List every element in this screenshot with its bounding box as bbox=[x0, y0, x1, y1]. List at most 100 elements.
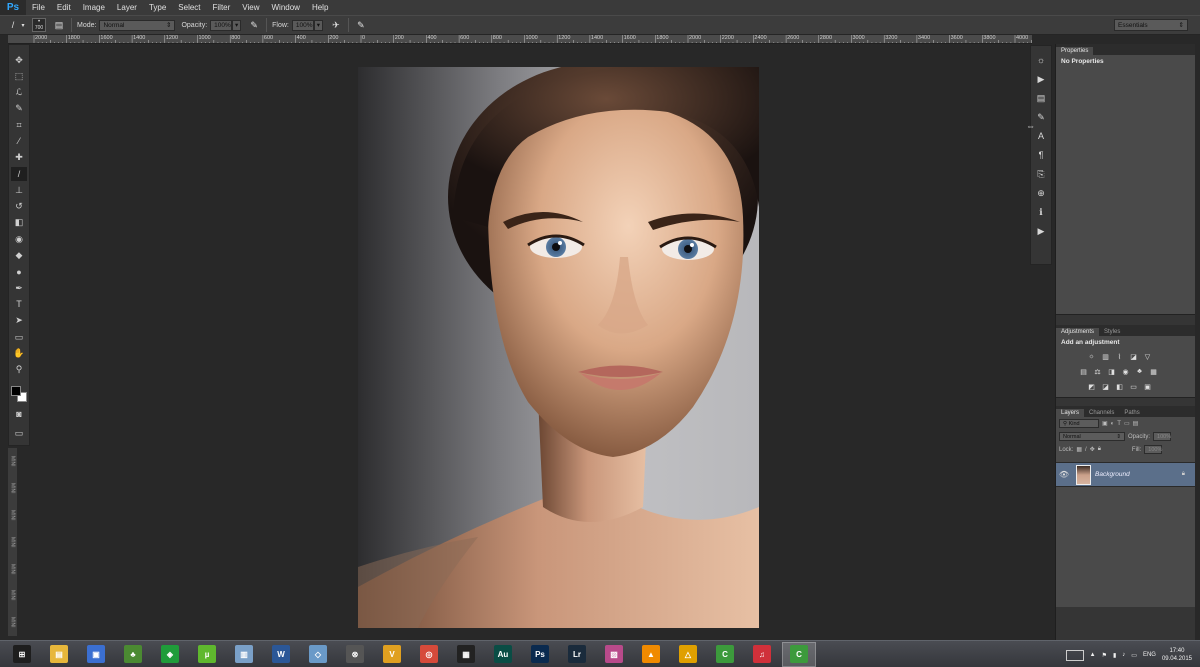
shape-filter-icon[interactable]: ▭ bbox=[1124, 420, 1130, 427]
hue-saturation-icon[interactable]: ▤ bbox=[1078, 366, 1089, 377]
mini-bridge-tab[interactable]: MINI bbox=[10, 483, 16, 494]
taskbar-camtasia-app[interactable]: C bbox=[708, 642, 742, 667]
language-indicator[interactable]: ENG bbox=[1143, 652, 1156, 658]
chevron-down-icon[interactable]: ▾ bbox=[20, 18, 26, 32]
menu-filter[interactable]: Filter bbox=[207, 3, 237, 12]
taskbar-aimp-app[interactable]: △ bbox=[671, 642, 705, 667]
mode-select[interactable]: Normal ⇕ bbox=[99, 19, 176, 31]
taskbar-vlc-app[interactable]: ▲ bbox=[634, 642, 668, 667]
adjustment-filter-icon[interactable]: ◐ bbox=[1111, 421, 1115, 427]
exposure-icon[interactable]: ◪ bbox=[1128, 351, 1139, 362]
color-balance-icon[interactable]: ⚖ bbox=[1092, 366, 1103, 377]
move-tool-icon[interactable]: ✥ bbox=[11, 53, 27, 67]
mini-bridge-strip[interactable]: MINI MINI MINI MINI MINI MINI MINI bbox=[8, 448, 17, 636]
mini-bridge-tab[interactable]: MINI bbox=[10, 617, 16, 628]
blend-mode-select[interactable]: Normal ⇕ bbox=[1059, 432, 1125, 441]
layer-row-background[interactable]: 👁︎ Background 🔒︎ bbox=[1056, 462, 1195, 487]
workspace-select[interactable]: Essentials ⇕ bbox=[1114, 19, 1188, 31]
pressure-size-icon[interactable]: ✎ bbox=[354, 18, 368, 32]
taskbar-remote-app[interactable]: ▥ bbox=[227, 642, 261, 667]
invert-icon[interactable]: ◩ bbox=[1086, 381, 1097, 392]
smart-filter-icon[interactable]: ▤ bbox=[1133, 420, 1139, 427]
color-lookup-icon[interactable]: ▦ bbox=[1148, 366, 1159, 377]
tool-presets-icon[interactable]: ⊕ bbox=[1033, 185, 1049, 201]
lasso-tool-icon[interactable]: ℒ bbox=[11, 86, 27, 100]
taskbar-itunes-app[interactable]: ♫ bbox=[745, 642, 779, 667]
flow-input[interactable]: 100% bbox=[291, 19, 314, 31]
tab-adjustments[interactable]: Adjustments bbox=[1056, 328, 1100, 336]
play-icon[interactable]: ▶ bbox=[1033, 223, 1049, 239]
hand-tool-icon[interactable]: ✋ bbox=[11, 346, 27, 360]
taskbar-chrome-app[interactable]: ◎ bbox=[412, 642, 446, 667]
quick-mask-icon[interactable]: ◙ bbox=[11, 407, 27, 421]
clock[interactable]: 17:40 09.04.2015 bbox=[1162, 647, 1192, 663]
threshold-icon[interactable]: ◧ bbox=[1114, 381, 1125, 392]
eyedropper-tool-icon[interactable]: ⁄ bbox=[11, 134, 27, 148]
tab-paths[interactable]: Paths bbox=[1119, 409, 1144, 417]
screen-mode-icon[interactable]: ▭ bbox=[11, 426, 27, 440]
menu-view[interactable]: View bbox=[236, 3, 265, 12]
history-brush-tool-icon[interactable]: ↺ bbox=[11, 200, 27, 214]
tab-properties[interactable]: Properties bbox=[1056, 47, 1094, 55]
photo-filter-icon[interactable]: ◉ bbox=[1120, 366, 1131, 377]
network-icon[interactable]: ▮ bbox=[1113, 652, 1116, 659]
clone-stamp-tool-icon[interactable]: ⊥ bbox=[11, 183, 27, 197]
vibrance-icon[interactable]: ▽ bbox=[1142, 351, 1153, 362]
taskbar-save-app[interactable]: ▣ bbox=[79, 642, 113, 667]
tab-styles[interactable]: Styles bbox=[1099, 328, 1125, 336]
document-canvas[interactable] bbox=[358, 62, 759, 628]
shape-tool-icon[interactable]: ▭ bbox=[11, 330, 27, 344]
ruler-origin[interactable] bbox=[8, 35, 32, 44]
zoom-tool-icon[interactable]: ⚲ bbox=[11, 363, 27, 377]
gradient-map-icon[interactable]: ▭ bbox=[1128, 381, 1139, 392]
mini-bridge-tab[interactable]: MINI bbox=[10, 590, 16, 601]
taskbar-circle-app[interactable]: ⊗ bbox=[338, 642, 372, 667]
lock-all-icon[interactable]: 🔒︎ bbox=[1098, 446, 1101, 453]
airbrush-icon[interactable]: ✈ bbox=[329, 18, 343, 32]
info-icon[interactable]: ℹ bbox=[1033, 204, 1049, 220]
actions-icon[interactable]: ▶ bbox=[1033, 71, 1049, 87]
menu-window[interactable]: Window bbox=[266, 3, 306, 12]
menu-layer[interactable]: Layer bbox=[111, 3, 143, 12]
lock-position-icon[interactable]: ✥ bbox=[1090, 446, 1095, 453]
menu-type[interactable]: Type bbox=[143, 3, 172, 12]
foreground-color-swatch[interactable] bbox=[11, 385, 21, 396]
paint-bucket-tool-icon[interactable]: ◉ bbox=[11, 232, 27, 246]
blur-tool-icon[interactable]: ◆ bbox=[11, 249, 27, 263]
layer-kind-select[interactable]: ⚲ Kind bbox=[1059, 419, 1099, 428]
taskbar-tree-app[interactable]: ♣ bbox=[116, 642, 150, 667]
path-select-tool-icon[interactable]: ➤ bbox=[11, 314, 27, 328]
taskbar-file-explorer[interactable]: ▤ bbox=[42, 642, 76, 667]
history-icon[interactable]: ☼ bbox=[1033, 52, 1049, 68]
swatches-icon[interactable]: ▤ bbox=[1033, 90, 1049, 106]
flag-icon[interactable]: ⚑ bbox=[1102, 652, 1107, 659]
arrow-up-icon[interactable]: ▲ bbox=[1090, 652, 1096, 658]
selective-color-icon[interactable]: ▣ bbox=[1142, 381, 1153, 392]
opacity-dropdown[interactable]: ▾ bbox=[232, 19, 242, 31]
character-icon[interactable]: A bbox=[1033, 128, 1049, 144]
channel-mixer-icon[interactable]: ♣ bbox=[1134, 366, 1145, 377]
pressure-opacity-icon[interactable]: ✎ bbox=[247, 18, 261, 32]
taskbar-v-app[interactable]: V bbox=[375, 642, 409, 667]
tab-channels[interactable]: Channels bbox=[1084, 409, 1119, 417]
crop-tool-icon[interactable]: ⌗ bbox=[11, 118, 27, 132]
opacity-input[interactable]: 100% bbox=[210, 19, 233, 31]
keyboard-icon[interactable] bbox=[1065, 649, 1084, 661]
paragraph-icon[interactable]: ¶ bbox=[1033, 147, 1049, 163]
menu-select[interactable]: Select bbox=[172, 3, 206, 12]
taskbar-glass-app[interactable]: ◇ bbox=[301, 642, 335, 667]
color-swatches[interactable] bbox=[10, 385, 28, 403]
taskbar-word-app[interactable]: W bbox=[264, 642, 298, 667]
taskbar-paint-app[interactable]: ▨ bbox=[597, 642, 631, 667]
brush-panel-icon[interactable]: ▤ bbox=[52, 18, 66, 32]
eye-visibility-icon[interactable]: 👁︎ bbox=[1056, 470, 1072, 479]
fill-input[interactable]: 100% bbox=[1144, 445, 1162, 454]
type-tool-icon[interactable]: T bbox=[11, 297, 27, 311]
taskbar-store-app[interactable]: ◈ bbox=[153, 642, 187, 667]
mini-bridge-tab[interactable]: MINI bbox=[10, 510, 16, 521]
taskbar-audition-app[interactable]: Au bbox=[486, 642, 520, 667]
tab-layers[interactable]: Layers bbox=[1056, 409, 1085, 417]
marquee-tool-icon[interactable]: ⬚ bbox=[11, 69, 27, 83]
battery-icon[interactable]: ▭ bbox=[1131, 652, 1137, 659]
type-filter-icon[interactable]: T bbox=[1117, 421, 1121, 427]
